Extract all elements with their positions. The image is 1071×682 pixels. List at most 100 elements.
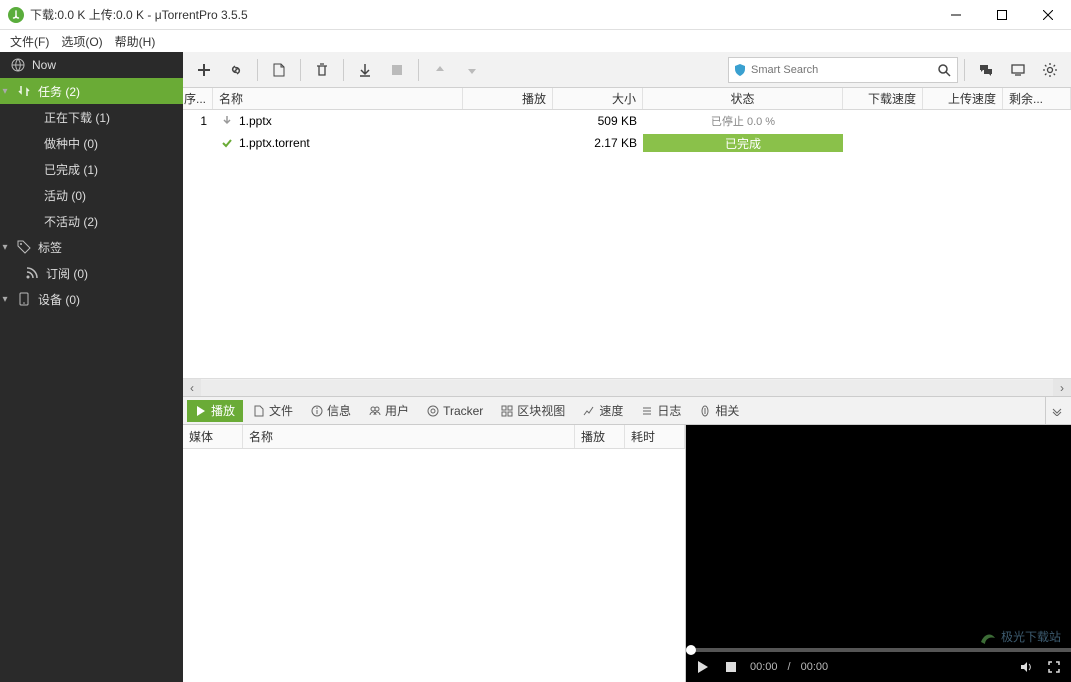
sidebar-item-inactive[interactable]: 不活动 (2) xyxy=(0,208,183,234)
tabs-overflow-button[interactable] xyxy=(1045,397,1067,424)
titlebar: 下载:0.0 K 上传:0.0 K - μTorrentPro 3.5.5 xyxy=(0,0,1071,30)
tab-info[interactable]: 信息 xyxy=(303,400,359,422)
sidebar-item-active[interactable]: 活动 (0) xyxy=(0,182,183,208)
collapse-icon[interactable]: ▾ xyxy=(0,294,10,305)
checkmark-icon xyxy=(219,135,235,151)
torrent-list: 序... 名称 播放 大小 状态 下载速度 上传速度 剩余... 1 1.ppt… xyxy=(183,88,1071,396)
column-status[interactable]: 状态 xyxy=(643,88,843,109)
column-play[interactable]: 播放 xyxy=(463,88,553,109)
torrent-row[interactable]: 1.pptx.torrent 2.17 KB 已完成 xyxy=(183,132,1071,154)
device-icon xyxy=(16,291,32,307)
column-seq[interactable]: 序... xyxy=(183,88,213,109)
detail-tabs: 播放 文件 信息 用户 Tracker 区块视图 速度 日志 相关 xyxy=(183,397,1071,425)
close-button[interactable] xyxy=(1025,0,1071,30)
sidebar-label: Now xyxy=(32,58,56,72)
menu-options[interactable]: 选项(O) xyxy=(55,31,108,52)
minimize-button[interactable] xyxy=(933,0,979,30)
tab-files[interactable]: 文件 xyxy=(245,400,301,422)
cell-seq: 1 xyxy=(183,110,213,132)
tab-speed[interactable]: 速度 xyxy=(575,400,631,422)
torrent-row[interactable]: 1 1.pptx 509 KB 已停止 0.0 % xyxy=(183,110,1071,132)
tab-pieces[interactable]: 区块视图 xyxy=(493,400,573,422)
tab-log[interactable]: 日志 xyxy=(633,400,689,422)
move-up-button[interactable] xyxy=(425,56,455,84)
menu-file[interactable]: 文件(F) xyxy=(4,31,55,52)
seek-bar[interactable] xyxy=(686,648,1071,652)
sidebar-item-feeds[interactable]: 订阅 (0) xyxy=(0,260,183,286)
sidebar-item-labels[interactable]: ▾ 标签 xyxy=(0,234,183,260)
sidebar-label: 做种中 (0) xyxy=(44,135,98,152)
move-down-button[interactable] xyxy=(457,56,487,84)
sidebar-item-now[interactable]: Now xyxy=(0,52,183,78)
settings-button[interactable] xyxy=(1035,56,1065,84)
column-size[interactable]: 大小 xyxy=(553,88,643,109)
tab-trackers[interactable]: Tracker xyxy=(419,400,491,422)
tab-peers[interactable]: 用户 xyxy=(361,400,417,422)
time-duration: 00:00 xyxy=(801,661,829,673)
media-list: 媒体 名称 播放 耗时 xyxy=(183,425,686,682)
volume-button[interactable] xyxy=(1017,658,1035,676)
app-logo-icon xyxy=(8,7,24,23)
search-box[interactable] xyxy=(728,57,958,83)
sidebar-item-tasks[interactable]: ▾ 任务 (2) xyxy=(0,78,183,104)
add-torrent-button[interactable] xyxy=(189,56,219,84)
remove-button[interactable] xyxy=(307,56,337,84)
cell-seq xyxy=(183,132,213,154)
remote-button[interactable] xyxy=(1003,56,1033,84)
fullscreen-button[interactable] xyxy=(1045,658,1063,676)
play-button[interactable] xyxy=(694,658,712,676)
column-ul[interactable]: 上传速度 xyxy=(923,88,1003,109)
tab-play[interactable]: 播放 xyxy=(187,400,243,422)
window-title: 下载:0.0 K 上传:0.0 K - μTorrentPro 3.5.5 xyxy=(30,6,933,23)
download-arrow-icon xyxy=(219,113,235,129)
menu-help[interactable]: 帮助(H) xyxy=(109,31,162,52)
sidebar-label: 不活动 (2) xyxy=(44,213,98,230)
shield-icon xyxy=(729,63,751,77)
time-position: 00:00 xyxy=(750,661,778,673)
tag-icon xyxy=(16,239,32,255)
scroll-right-icon[interactable]: › xyxy=(1053,379,1071,397)
add-url-button[interactable] xyxy=(221,56,251,84)
cell-name: 1.pptx.torrent xyxy=(213,132,463,154)
video-player: 极光下载站 00:00 / 00:00 xyxy=(686,425,1071,682)
collapse-icon[interactable]: ▾ xyxy=(0,242,10,253)
media-col-duration[interactable]: 耗时 xyxy=(625,425,685,448)
list-header: 序... 名称 播放 大小 状态 下载速度 上传速度 剩余... xyxy=(183,88,1071,110)
sidebar-item-devices[interactable]: ▾ 设备 (0) xyxy=(0,286,183,312)
sidebar-label: 正在下载 (1) xyxy=(44,109,110,126)
maximize-button[interactable] xyxy=(979,0,1025,30)
column-name[interactable]: 名称 xyxy=(213,88,463,109)
rss-icon xyxy=(24,265,40,281)
tab-related[interactable]: 相关 xyxy=(691,400,747,422)
collapse-icon[interactable]: ▾ xyxy=(0,86,10,97)
media-col-media[interactable]: 媒体 xyxy=(183,425,243,448)
toolbar xyxy=(183,52,1071,88)
scroll-left-icon[interactable]: ‹ xyxy=(183,379,201,397)
sidebar-label: 活动 (0) xyxy=(44,187,86,204)
sidebar: Now ▾ 任务 (2) 正在下载 (1) 做种中 (0) 已完成 (1) 活动… xyxy=(0,52,183,682)
horizontal-scrollbar[interactable]: ‹ › xyxy=(183,378,1071,396)
sidebar-item-seeding[interactable]: 做种中 (0) xyxy=(0,130,183,156)
sidebar-label: 已完成 (1) xyxy=(44,161,98,178)
cell-size: 2.17 KB xyxy=(553,132,643,154)
search-input[interactable] xyxy=(751,64,931,76)
column-remaining[interactable]: 剩余... xyxy=(1003,88,1071,109)
media-col-play[interactable]: 播放 xyxy=(575,425,625,448)
column-dl[interactable]: 下载速度 xyxy=(843,88,923,109)
globe-icon xyxy=(10,57,26,73)
chat-button[interactable] xyxy=(971,56,1001,84)
transfer-icon xyxy=(16,83,32,99)
stop-button[interactable] xyxy=(382,56,412,84)
start-button[interactable] xyxy=(350,56,380,84)
sidebar-item-completed[interactable]: 已完成 (1) xyxy=(0,156,183,182)
status-text: 已停止 0.0 % xyxy=(711,113,775,129)
create-torrent-button[interactable] xyxy=(264,56,294,84)
search-icon[interactable] xyxy=(931,63,957,77)
sidebar-item-downloading[interactable]: 正在下载 (1) xyxy=(0,104,183,130)
menubar: 文件(F) 选项(O) 帮助(H) xyxy=(0,30,1071,52)
sidebar-label: 标签 xyxy=(38,239,62,256)
sidebar-label: 订阅 (0) xyxy=(46,265,88,282)
stop-playback-button[interactable] xyxy=(722,658,740,676)
media-col-name[interactable]: 名称 xyxy=(243,425,575,448)
video-canvas[interactable] xyxy=(686,425,1071,648)
